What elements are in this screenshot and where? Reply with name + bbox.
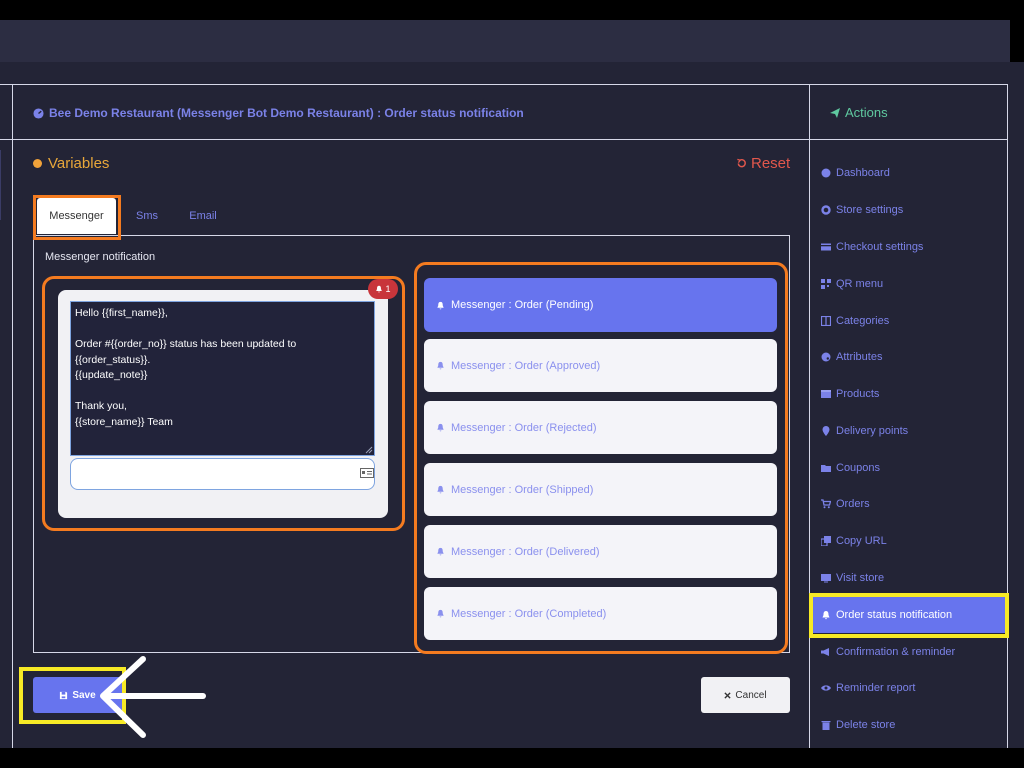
sidebar-item-label: Checkout settings <box>836 241 924 253</box>
top-navbar <box>0 20 1010 62</box>
sidebar-item-products[interactable]: Products <box>821 388 879 400</box>
sidebar-item-label: Attributes <box>836 351 883 363</box>
top-black-bar <box>0 0 1024 20</box>
sidebar-item-reminder-report[interactable]: Reminder report <box>821 682 915 694</box>
undo-icon <box>737 158 746 168</box>
variables-heading: Variables <box>33 155 109 172</box>
folder-icon <box>821 465 831 472</box>
sidebar-item-categories[interactable]: Categories <box>821 315 889 327</box>
sidebar-item-label: Coupons <box>836 462 881 474</box>
copy-icon <box>821 536 831 546</box>
circle-icon <box>33 159 42 168</box>
box-icon <box>821 390 831 398</box>
arrow-annotation-icon <box>100 656 206 738</box>
sidebar-item-orders[interactable]: Orders <box>821 498 870 510</box>
reset-button[interactable]: Reset <box>736 155 790 172</box>
qrcode-icon <box>821 279 831 289</box>
trash-icon <box>821 721 831 730</box>
variables-title: Variables <box>48 155 110 172</box>
cancel-button[interactable]: Cancel <box>701 677 790 713</box>
cart-icon <box>821 499 831 509</box>
sidebar-item-copy-url[interactable]: Copy URL <box>821 535 887 547</box>
sidebar-item-label: Dashboard <box>836 167 890 179</box>
eye-icon <box>821 685 831 691</box>
sidebar-item-label: Store settings <box>836 204 904 216</box>
sidebar-item-delete-store[interactable]: Delete store <box>821 719 895 731</box>
gauge-icon <box>33 107 44 119</box>
dashboard-icon <box>821 168 831 178</box>
left-frame-inner-line <box>0 150 1 220</box>
credit-card-icon <box>821 243 831 251</box>
sidebar-item-label: QR menu <box>836 278 884 290</box>
megaphone-icon <box>821 648 829 656</box>
page-title: Bee Demo Restaurant (Messenger Bot Demo … <box>49 106 524 120</box>
highlight-sidebar-active <box>809 593 1009 638</box>
sidebar-item-visit-store[interactable]: Visit store <box>821 572 884 584</box>
left-frame-line <box>12 84 13 748</box>
highlight-template-list <box>414 262 788 654</box>
sidebar-item-dashboard[interactable]: Dashboard <box>821 167 890 179</box>
sidebar-item-coupons[interactable]: Coupons <box>821 462 880 474</box>
bottom-black-bar <box>0 748 1024 768</box>
sidebar-item-checkout-settings[interactable]: Checkout settings <box>821 241 923 253</box>
close-icon <box>724 691 732 699</box>
reset-label: Reset <box>751 155 791 172</box>
sidebar-item-delivery-points[interactable]: Delivery points <box>821 425 908 437</box>
sidebar-item-label: Orders <box>836 498 870 510</box>
tv-icon <box>821 574 831 583</box>
sidebar-item-label: Confirmation & reminder <box>836 646 956 658</box>
sidebar-item-label: Products <box>836 388 880 400</box>
sidebar-item-label: Reminder report <box>836 682 916 694</box>
sidebar-item-store-settings[interactable]: Store settings <box>821 204 903 216</box>
tab-email[interactable]: Email <box>176 198 230 234</box>
tab-sms[interactable]: Sms <box>122 198 172 234</box>
columns-icon <box>821 316 831 326</box>
sidebar-item-confirmation-reminder[interactable]: Confirmation & reminder <box>821 646 955 658</box>
highlight-messenger-tab <box>33 195 121 240</box>
cancel-label: Cancel <box>735 689 767 701</box>
map-marker-icon <box>822 426 830 436</box>
panel-label: Messenger notification <box>45 251 156 263</box>
sidebar-item-qr-menu[interactable]: QR menu <box>821 278 883 290</box>
gear-icon <box>821 205 831 215</box>
palette-icon <box>821 352 831 362</box>
sidebar-item-label: Categories <box>836 315 890 327</box>
card-header: Bee Demo Restaurant (Messenger Bot Demo … <box>33 104 753 122</box>
sidebar-item-label: Visit store <box>836 572 885 584</box>
sidebar-item-label: Delete store <box>836 719 896 731</box>
sidebar-item-attributes[interactable]: Attributes <box>821 351 882 363</box>
highlight-editor <box>42 276 405 531</box>
sidebar-item-label: Copy URL <box>836 535 887 547</box>
sidebar-item-label: Delivery points <box>836 425 909 437</box>
